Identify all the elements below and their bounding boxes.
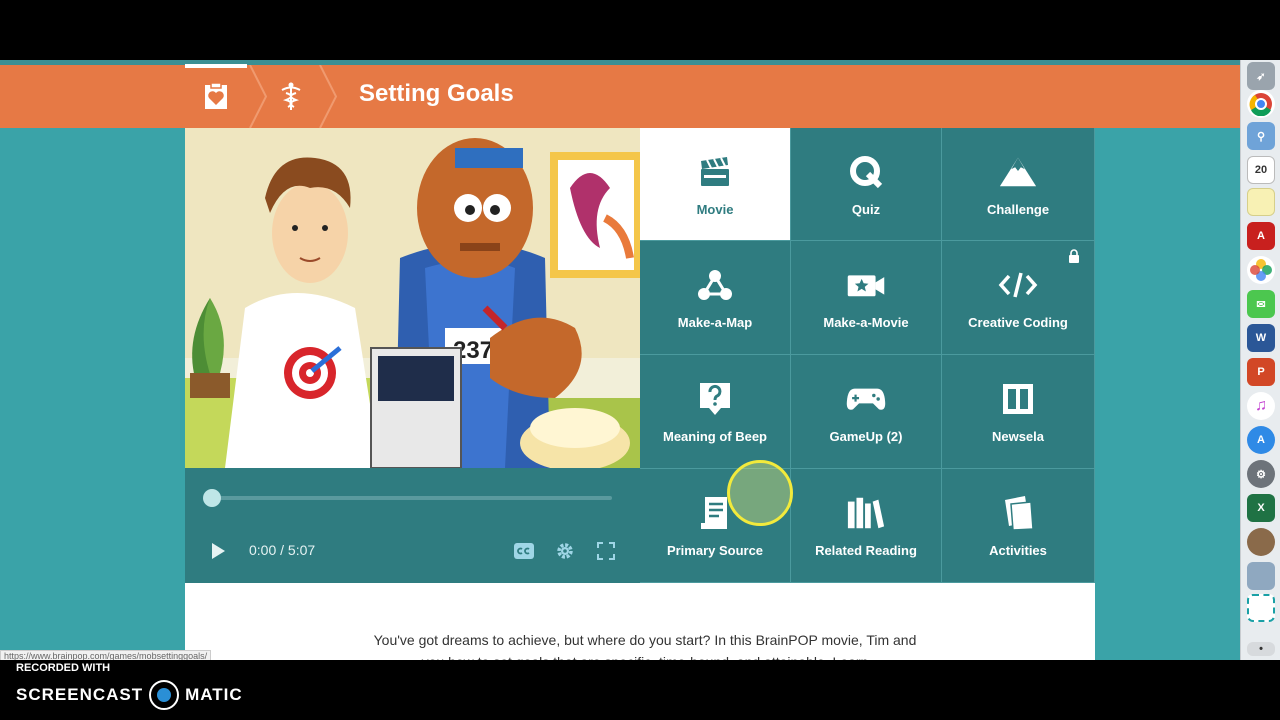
screencast-watermark: RECORDED WITH SCREENCAST MATIC bbox=[0, 660, 1280, 720]
acrobat-icon[interactable]: A bbox=[1247, 222, 1275, 250]
chrome-icon[interactable] bbox=[1247, 90, 1275, 118]
breadcrumb-separator bbox=[319, 65, 338, 128]
feature-label: Make-a-Map bbox=[677, 315, 753, 330]
active-indicator bbox=[185, 64, 247, 68]
feature-label: Activities bbox=[989, 543, 1047, 558]
code-icon bbox=[998, 265, 1038, 305]
fullscreen-icon[interactable] bbox=[595, 540, 617, 562]
more-icon[interactable]: • bbox=[1247, 642, 1275, 656]
rocket-icon[interactable]: ➶ bbox=[1247, 62, 1275, 90]
feature-tile-newsela[interactable]: Newsela bbox=[942, 355, 1095, 469]
feature-tile-make-a-map[interactable]: Make-a-Map bbox=[640, 241, 791, 355]
description-line: You've got dreams to achieve, but where … bbox=[373, 632, 917, 648]
notes-icon[interactable] bbox=[1247, 188, 1275, 216]
calendar-icon[interactable]: 20 bbox=[1247, 156, 1275, 184]
quiz-q-icon bbox=[846, 152, 886, 192]
play-icon[interactable] bbox=[207, 540, 229, 562]
video-frame[interactable]: 237 bbox=[185, 128, 640, 468]
feature-tile-meaning-of-beep[interactable]: Meaning of Beep bbox=[640, 355, 791, 469]
feature-label: Quiz bbox=[851, 201, 881, 217]
feature-label: Meaning of Beep bbox=[662, 429, 767, 444]
watermark-brand-left: SCREENCAST bbox=[16, 685, 144, 704]
pages-icon bbox=[998, 493, 1038, 533]
excel-icon[interactable]: X bbox=[1247, 494, 1275, 522]
clapperboard-icon bbox=[695, 152, 735, 192]
word-icon[interactable]: W bbox=[1247, 324, 1275, 352]
mac-dock: ➶ ⚲ 20 A ✉ W P ♫ A ⚙ X • bbox=[1240, 60, 1280, 660]
top-black-bar bbox=[0, 0, 1280, 60]
app-store-icon[interactable]: A bbox=[1247, 426, 1275, 454]
video-camera-icon bbox=[846, 265, 886, 305]
system-prefs-icon[interactable]: ⚙ bbox=[1247, 460, 1275, 488]
feature-label: Creative Coding bbox=[968, 315, 1068, 330]
screencast-icon[interactable] bbox=[1247, 594, 1275, 622]
feature-tile-activities[interactable]: Activities bbox=[942, 469, 1095, 583]
messages-icon[interactable]: ✉ bbox=[1247, 290, 1275, 318]
photos-icon[interactable] bbox=[1247, 256, 1275, 284]
feature-label: Newsela bbox=[991, 429, 1045, 444]
feature-tile-gameup[interactable]: GameUp (2) bbox=[791, 355, 942, 469]
map-nodes-icon bbox=[695, 265, 735, 305]
lock-icon bbox=[1069, 249, 1079, 263]
itunes-icon[interactable]: ♫ bbox=[1247, 392, 1275, 420]
feature-label: Primary Source bbox=[666, 543, 764, 558]
feature-tile-challenge[interactable]: Challenge bbox=[942, 128, 1095, 241]
time-separator: / bbox=[280, 542, 285, 558]
status-url: https://www.brainpop.com/games/mobsettin… bbox=[0, 650, 212, 660]
feature-tile-movie[interactable]: Movie bbox=[640, 128, 791, 241]
powerpoint-icon[interactable]: P bbox=[1247, 358, 1275, 386]
calendar-day: 20 bbox=[1254, 164, 1268, 176]
time-total: 5:07 bbox=[287, 542, 316, 558]
feature-tile-related-reading[interactable]: Related Reading bbox=[791, 469, 942, 583]
feature-label: GameUp (2) bbox=[829, 429, 903, 444]
screenshot-icon[interactable] bbox=[1247, 562, 1275, 590]
page-title: Setting Goals bbox=[359, 80, 514, 107]
time-current: 0:00 bbox=[249, 542, 277, 558]
breadcrumb-separator bbox=[249, 65, 268, 128]
time-readout: 0:00 / 5:07 bbox=[249, 542, 315, 558]
preview-icon[interactable]: ⚲ bbox=[1247, 122, 1275, 150]
settings-gear-icon[interactable] bbox=[554, 540, 576, 562]
feature-label: Make-a-Movie bbox=[823, 315, 909, 330]
mountain-icon bbox=[998, 152, 1038, 192]
progress-knob[interactable] bbox=[203, 489, 221, 507]
feature-tile-quiz[interactable]: Quiz bbox=[791, 128, 942, 241]
screencast-logo-icon bbox=[149, 680, 180, 710]
gamepad-icon bbox=[846, 379, 886, 419]
health-caduceus-icon[interactable] bbox=[273, 79, 309, 115]
cursor-highlight bbox=[727, 460, 793, 526]
feature-grid: Movie Quiz Challenge Make-a-Map Make-a-M… bbox=[640, 128, 1095, 583]
description-panel: You've got dreams to achieve, but where … bbox=[185, 583, 1095, 660]
feature-label: Related Reading bbox=[815, 543, 917, 558]
description-line: you how to set goals that are specific, … bbox=[335, 651, 955, 660]
video-controls: 0:00 / 5:07 bbox=[185, 468, 640, 583]
feature-tile-creative-coding[interactable]: Creative Coding bbox=[942, 241, 1095, 355]
heart-card-icon[interactable] bbox=[198, 79, 234, 115]
browser-viewport: Setting Goals 237 0:00 / 5:07 Movie Quiz… bbox=[0, 60, 1240, 660]
newsela-icon bbox=[998, 379, 1038, 419]
question-bubble-icon bbox=[695, 379, 735, 419]
watermark-caption: RECORDED WITH bbox=[16, 662, 111, 674]
topic-header: Setting Goals bbox=[0, 64, 1240, 128]
gimp-icon[interactable] bbox=[1247, 528, 1275, 556]
watermark-brand: SCREENCAST MATIC bbox=[16, 680, 243, 710]
books-icon bbox=[846, 493, 886, 533]
feature-label: Movie bbox=[696, 201, 734, 217]
movie-still-image: 237 bbox=[185, 128, 640, 468]
captions-icon[interactable] bbox=[513, 540, 535, 562]
movie-description: You've got dreams to achieve, but where … bbox=[335, 629, 955, 660]
progress-track[interactable] bbox=[212, 496, 612, 500]
feature-tile-make-a-movie[interactable]: Make-a-Movie bbox=[791, 241, 942, 355]
feature-label: Challenge bbox=[986, 201, 1050, 217]
watermark-brand-right: MATIC bbox=[185, 685, 243, 704]
